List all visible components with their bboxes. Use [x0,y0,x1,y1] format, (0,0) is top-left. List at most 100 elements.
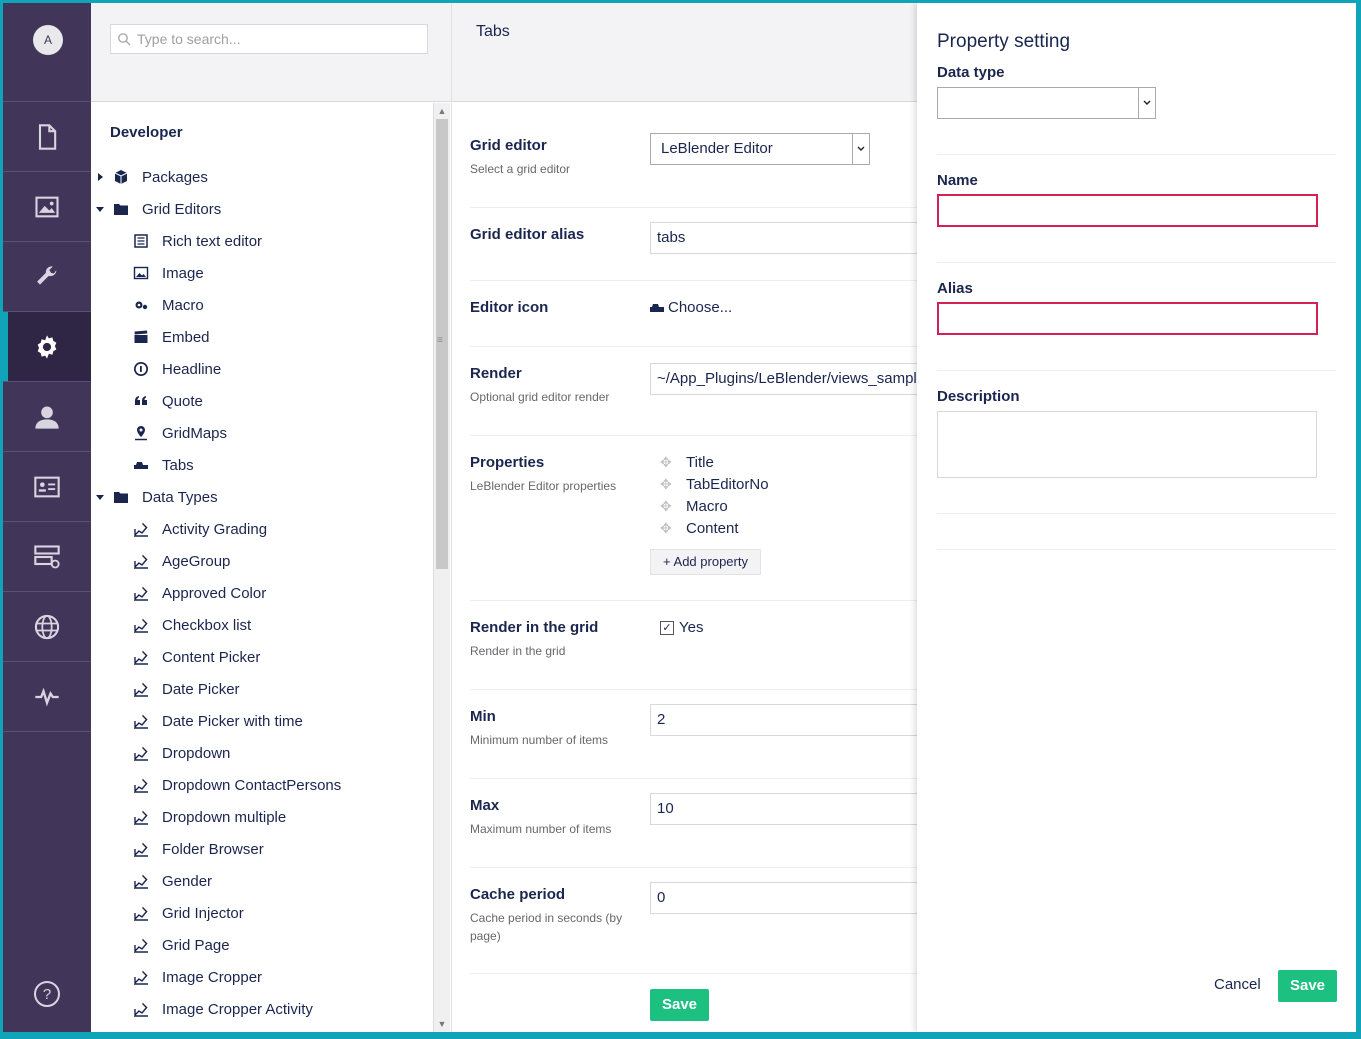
alias-input[interactable]: tabs [650,222,940,254]
tree-item[interactable]: Quote [91,385,431,417]
help-icon[interactable]: ? [32,979,62,1009]
choose-icon-link[interactable]: Choose... [650,299,732,316]
editor-save-button[interactable]: Save [650,989,709,1021]
search-input[interactable] [135,30,409,48]
tree-item-label: Gender [162,873,213,890]
wrench-icon [37,265,57,285]
tree-item[interactable]: Dropdown multiple [91,801,431,833]
plus-icon: + [663,554,674,569]
tree-item-label: Macro [162,297,204,314]
caret-down-icon[interactable] [96,207,104,212]
cache-input[interactable]: 0 [650,882,940,914]
render-in-grid-checkbox[interactable]: ✓ Yes [660,619,703,636]
tree-scrollbar[interactable]: ▲ ▼ [433,103,450,1032]
tree-item[interactable]: Approved Color [91,577,431,609]
tree-item[interactable]: AgeGroup [91,545,431,577]
autofill-icon [132,904,150,922]
panel-save-button[interactable]: Save [1278,970,1337,1002]
tree-item[interactable]: Checkbox list [91,609,431,641]
info-circle-icon [132,360,150,378]
chevron-down-icon [1138,88,1155,118]
tree-item[interactable]: Tabs [91,449,431,481]
tree-item[interactable]: Folder Browser [91,833,431,865]
scroll-down-icon[interactable]: ▼ [437,1019,447,1029]
tree-item[interactable]: Rich text editor [91,225,431,257]
data-type-select[interactable] [937,87,1156,119]
search-box[interactable] [110,24,428,54]
tree-item[interactable]: Image Cropper Activity [91,993,431,1025]
nav-developer[interactable] [3,312,91,382]
nav-content[interactable] [3,102,91,172]
add-property-button[interactable]: + Add property [650,549,761,575]
app-window: A ? Type to search... Developer Packages… [3,3,1356,1032]
tree-item[interactable]: Grid Page [91,929,431,961]
form-icon [34,544,60,568]
autofill-icon [132,808,150,826]
tree-item[interactable]: Image Cropper [91,961,431,993]
row-alias: Grid editor alias tabs [470,207,940,281]
tree-item[interactable]: GridMaps [91,417,431,449]
tree-item-label: Grid Editors [142,201,222,218]
tree-item-label: Embed [162,329,210,346]
tree-item[interactable]: Content Picker [91,641,431,673]
row-max: Max Maximum number of items 10 [470,778,940,868]
drag-handle-icon[interactable]: ✥ [660,520,672,537]
caret-down-icon[interactable] [96,495,104,500]
drag-handle-icon[interactable]: ✥ [660,498,672,515]
nav-members[interactable] [3,452,91,522]
name-input[interactable] [937,194,1318,227]
tree-item[interactable]: Date Picker with time [91,705,431,737]
drag-handle-icon[interactable]: ✥ [660,454,672,471]
nav-forms[interactable] [3,522,91,592]
user-avatar[interactable]: A [33,25,63,55]
tree-item[interactable]: Data Types [91,481,431,513]
alias-label: Alias [937,280,973,297]
autofill-icon [132,520,150,538]
id-card-icon [34,476,60,497]
tree-item[interactable]: Embed [91,321,431,353]
autofill-icon [132,712,150,730]
tree-item[interactable]: Activity Grading [91,513,431,545]
tree-item[interactable]: Grid Editors [91,193,431,225]
tree-item[interactable]: Date Picker [91,673,431,705]
cancel-button[interactable]: Cancel [1214,976,1261,993]
tree-item-label: Dropdown ContactPersons [162,777,342,794]
grid-editor-select[interactable]: LeBlender Editor [650,133,870,165]
tree-item[interactable]: Headline [91,353,431,385]
nav-media[interactable] [3,172,91,242]
max-input[interactable]: 10 [650,793,940,825]
drag-handle-icon[interactable]: ✥ [660,476,672,493]
folder-icon [112,488,130,506]
description-textarea[interactable] [937,411,1317,478]
tree-item[interactable]: Grid Injector [91,897,431,929]
document-icon [38,123,57,150]
render-input[interactable]: ~/App_Plugins/LeBlender/views_sample [650,363,940,395]
panel-title: Property setting [937,31,1071,52]
min-input[interactable]: 2 [650,704,940,736]
tree-item[interactable]: Dropdown ContactPersons [91,769,431,801]
tree-item[interactable]: Packages [91,161,431,193]
row-properties: Properties LeBlender Editor properties ✥… [470,435,922,601]
row-render: Render Optional grid editor render ~/App… [470,346,940,436]
checkbox-checked-icon[interactable]: ✓ [660,620,674,635]
nav-users[interactable] [3,382,91,452]
alias-input-panel[interactable] [937,302,1318,335]
scroll-up-icon[interactable]: ▲ [437,106,447,116]
resize-handle-icon[interactable]: ≡ [437,335,443,346]
caret-right-icon[interactable] [98,173,103,181]
tree-item[interactable]: Gender [91,865,431,897]
tree-item-label: Content Picker [162,649,261,666]
tree-item[interactable]: Macro [91,289,431,321]
user-icon [35,406,59,429]
nav-translation[interactable] [3,592,91,662]
quote-icon [132,392,150,410]
tree-title: Developer [110,124,183,141]
tree-item-label: Activity Grading [162,521,268,538]
section-nav: A ? [3,3,91,1032]
nav-analytics[interactable] [3,662,91,732]
pulse-icon [35,687,59,706]
tree-item[interactable]: Dropdown [91,737,431,769]
tree-item[interactable]: Image [91,257,431,289]
nav-settings[interactable] [3,242,91,312]
rte-icon [132,232,150,250]
